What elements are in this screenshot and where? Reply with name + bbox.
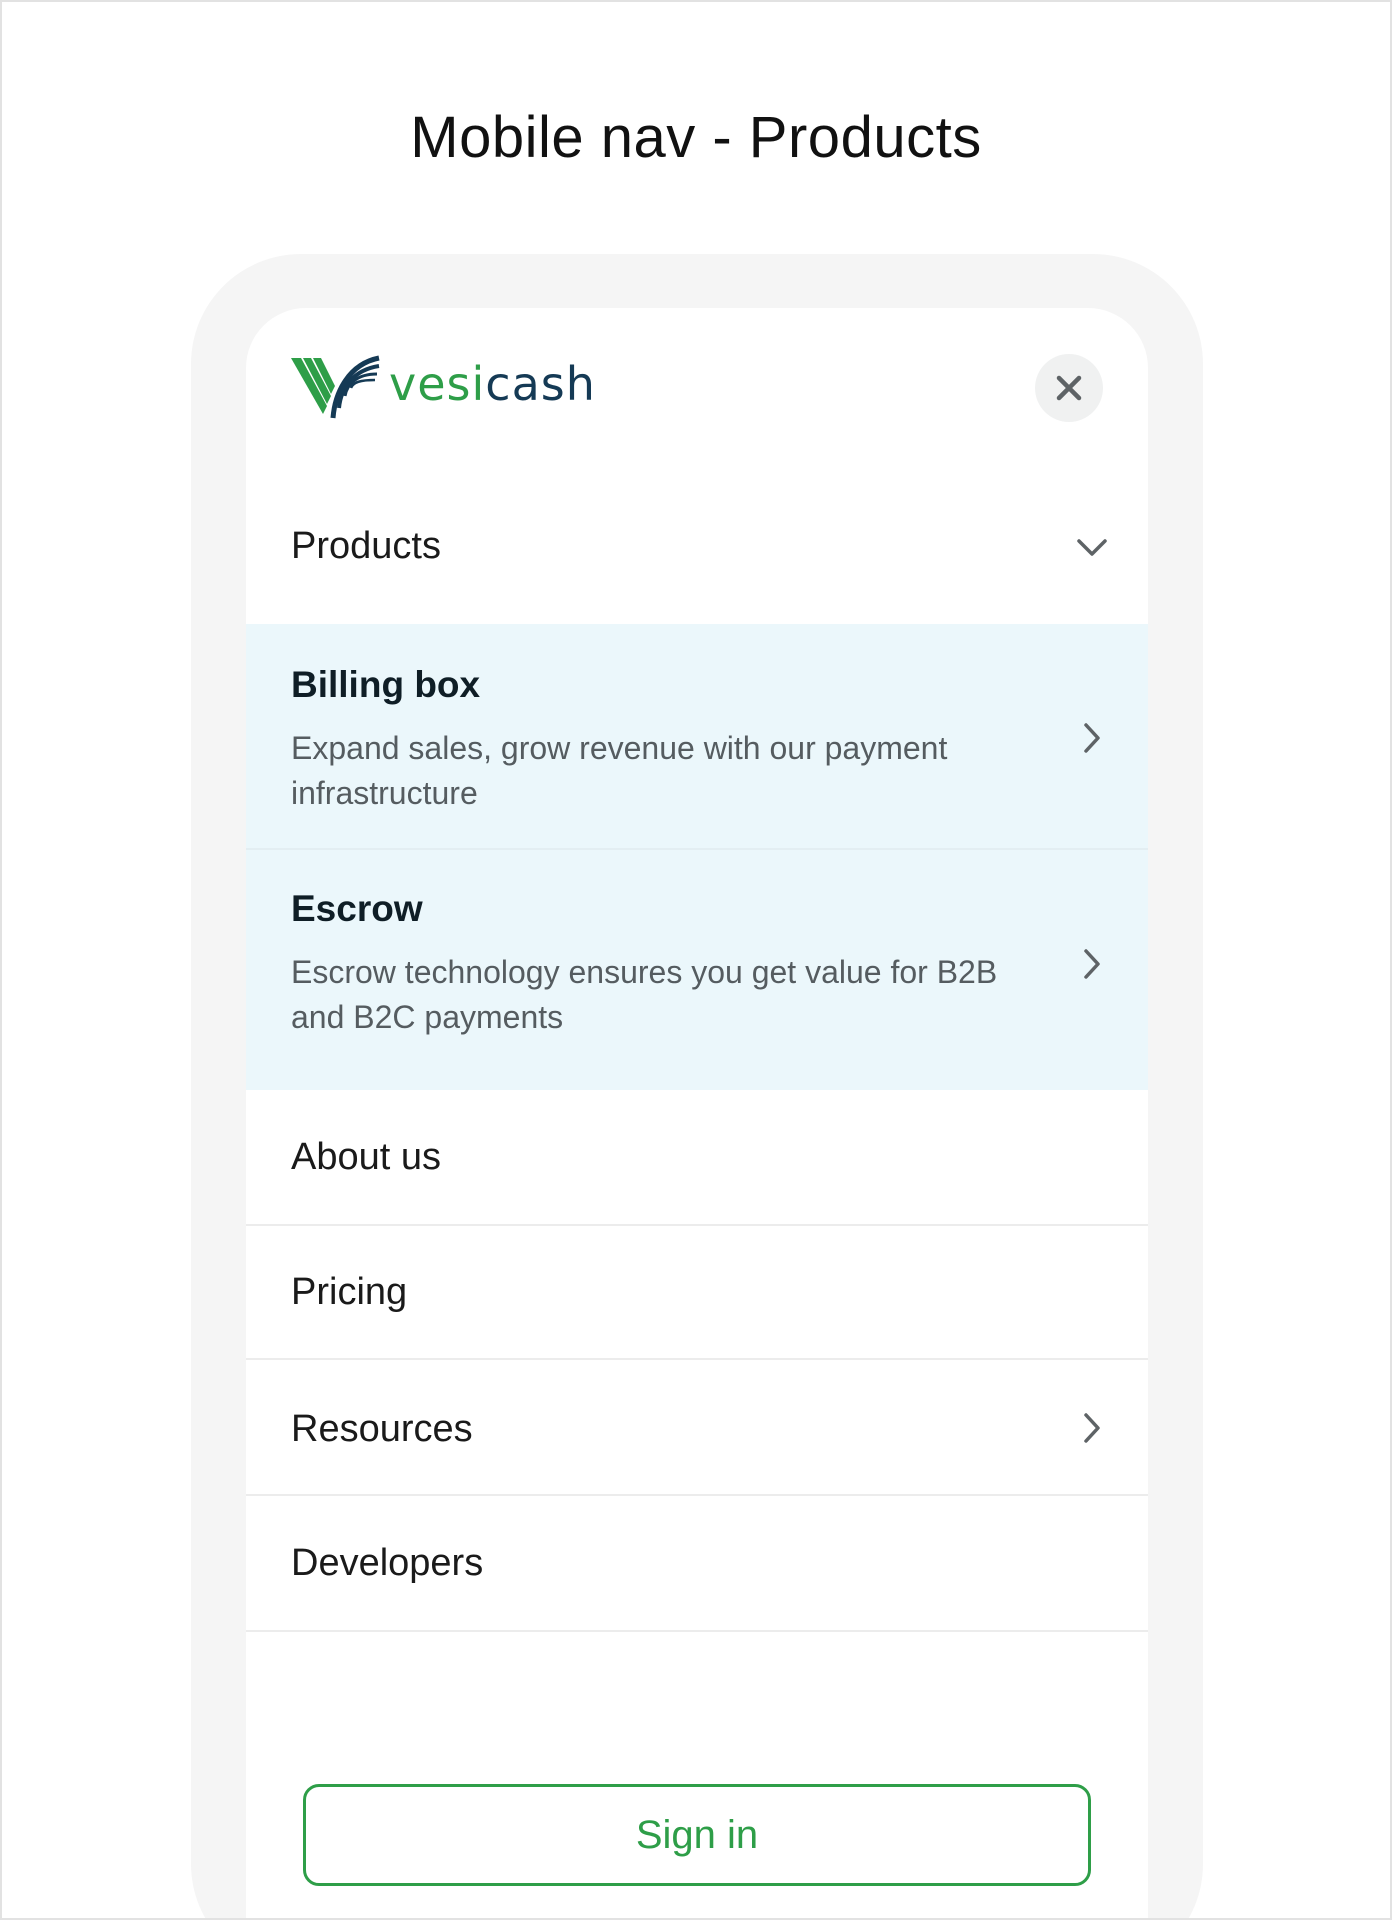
wordmark-part: vesi xyxy=(389,357,486,411)
close-button[interactable] xyxy=(1035,354,1103,422)
nav-item-label: About us xyxy=(291,1136,441,1178)
chevron-down-icon xyxy=(1072,528,1112,568)
nav-item-products[interactable]: Products xyxy=(246,468,1148,630)
mobile-nav-screen: vesicash Products Billing box Expand sal… xyxy=(246,308,1148,1918)
nav-item-label: Products xyxy=(291,525,441,567)
nav-item-pricing[interactable]: Pricing xyxy=(246,1226,1148,1360)
canvas: Mobile nav - Products vesicash Products … xyxy=(0,0,1392,1920)
chevron-right-icon xyxy=(1072,944,1112,984)
submenu-item-title: Escrow xyxy=(291,888,423,929)
nav-item-resources[interactable]: Resources xyxy=(246,1360,1148,1496)
submenu-item-description: Expand sales, grow revenue with our paym… xyxy=(291,730,948,811)
chevron-right-icon xyxy=(1072,718,1112,758)
nav-item-label: Developers xyxy=(291,1542,484,1584)
nav-item-label: Resources xyxy=(291,1408,473,1450)
submenu-item-title: Billing box xyxy=(291,664,481,705)
nav-item-developers[interactable]: Developers xyxy=(246,1496,1148,1632)
close-icon xyxy=(1056,375,1082,401)
nav-item-about-us[interactable]: About us xyxy=(246,1090,1148,1226)
vesicash-logo-mark-icon xyxy=(291,355,380,419)
vesicash-wordmark: vesicash xyxy=(389,361,596,407)
chevron-right-icon xyxy=(1072,1408,1112,1448)
submenu-item-billing-box[interactable]: Billing box Expand sales, grow revenue w… xyxy=(246,624,1148,850)
page-title: Mobile nav - Products xyxy=(410,105,982,170)
submenu-item-escrow[interactable]: Escrow Escrow technology ensures you get… xyxy=(246,850,1148,1090)
wordmark-part: cash xyxy=(485,357,596,411)
sign-in-button[interactable]: Sign in xyxy=(303,1784,1091,1886)
vesicash-logo[interactable]: vesicash xyxy=(291,352,596,424)
nav-item-label: Pricing xyxy=(291,1271,408,1313)
submenu-item-description: Escrow technology ensures you get value … xyxy=(291,954,998,1035)
